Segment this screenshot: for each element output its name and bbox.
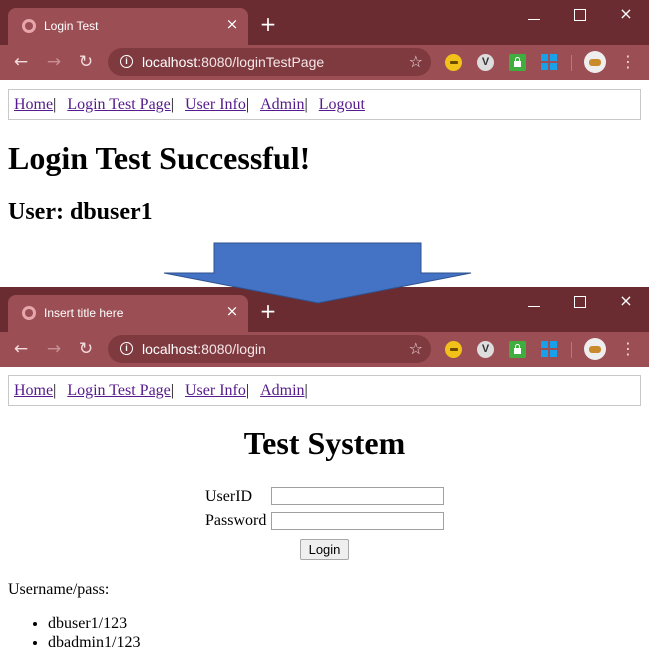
profile-avatar[interactable] [584,338,606,360]
address-bar[interactable]: i localhost:8080/login ☆ [108,335,431,363]
minimize-icon[interactable] [527,12,541,26]
toolbar-divider [571,55,572,71]
bookmark-star-icon[interactable]: ☆ [409,339,423,358]
lock-extension-icon[interactable] [509,54,526,71]
windows-extension-icon[interactable] [541,341,557,357]
new-tab-icon[interactable]: + [258,301,278,321]
close-tab-icon[interactable]: × [224,16,240,32]
active-tab[interactable]: Login Test × [8,8,248,45]
new-tab-icon[interactable]: + [258,14,278,34]
back-icon[interactable]: ← [11,339,31,359]
tab-title: Login Test [44,19,99,33]
nav-link-home[interactable]: Home [14,96,53,113]
nav-menu: Home| Login Test Page| User Info| Admin| Log… [8,89,641,120]
globe-icon [22,19,36,33]
kebab-menu-icon[interactable]: ⋮ [620,340,636,358]
maximize-icon[interactable] [574,9,586,21]
nav-link-user-info[interactable]: User Info [185,382,246,399]
forward-icon[interactable]: → [44,339,64,359]
browser-window-2: Insert title here × + × ← → ↻ i localhos… [0,287,649,655]
userid-input[interactable] [271,487,444,505]
nav-menu: Home| Login Test Page| User Info| Admin| [8,375,641,406]
url-text: localhost:8080/loginTestPage [142,54,325,70]
bookmark-star-icon[interactable]: ☆ [409,52,423,71]
list-item: dbadmin1/123 [48,633,140,652]
nav-link-user-info[interactable]: User Info [185,96,246,113]
kebab-menu-icon[interactable]: ⋮ [620,53,636,71]
page-heading: Test System [243,425,406,461]
back-icon[interactable]: ← [11,52,31,72]
v-extension-icon[interactable]: V [477,54,494,71]
address-bar[interactable]: i localhost:8080/loginTestPage ☆ [108,48,431,76]
nav-link-login-test-page[interactable]: Login Test Page [67,96,170,113]
minimize-icon[interactable] [527,299,541,313]
maximize-icon[interactable] [574,296,586,308]
reload-icon[interactable]: ↻ [76,52,96,72]
close-window-icon[interactable]: × [618,6,634,22]
password-label: Password [205,512,267,529]
nav-link-login-test-page[interactable]: Login Test Page [67,382,170,399]
v-extension-icon[interactable]: V [477,341,494,358]
forward-icon[interactable]: → [44,52,64,72]
close-window-icon[interactable]: × [618,293,634,309]
profile-avatar[interactable] [584,51,606,73]
nav-link-logout[interactable]: Logout [319,96,365,113]
credentials-list: dbuser1/123 dbadmin1/123 [8,614,140,652]
windows-extension-icon[interactable] [541,54,557,70]
nav-link-admin[interactable]: Admin [260,96,304,113]
info-icon[interactable]: i [120,55,133,68]
page-heading: Login Test Successful! [8,140,311,176]
browser-toolbar: ← → ↻ i localhost:8080/login ☆ V ⋮ [0,332,649,367]
password-input[interactable] [271,512,444,530]
browser-window-1: Login Test × + × ← → ↻ i localhost:8080/… [0,0,649,286]
toolbar-divider [571,342,572,358]
tab-title: Insert title here [44,306,124,320]
lock-extension-icon[interactable] [509,341,526,358]
user-heading: User: dbuser1 [8,199,153,225]
browser-toolbar: ← → ↻ i localhost:8080/loginTestPage ☆ V… [0,45,649,80]
userid-label: UserID [205,488,253,505]
globe-icon [22,306,36,320]
reload-icon[interactable]: ↻ [76,339,96,359]
key-extension-icon[interactable] [445,54,462,71]
url-text: localhost:8080/login [142,341,266,357]
title-bar: Login Test × + × [0,0,649,45]
key-extension-icon[interactable] [445,341,462,358]
list-item: dbuser1/123 [48,614,140,633]
close-tab-icon[interactable]: × [224,303,240,319]
title-bar: Insert title here × + × [0,287,649,332]
active-tab[interactable]: Insert title here × [8,295,248,332]
nav-link-home[interactable]: Home [14,382,53,399]
login-button[interactable]: Login [300,539,349,560]
nav-link-admin[interactable]: Admin [260,382,304,399]
credentials-label: Username/pass: [8,581,110,598]
info-icon[interactable]: i [120,342,133,355]
